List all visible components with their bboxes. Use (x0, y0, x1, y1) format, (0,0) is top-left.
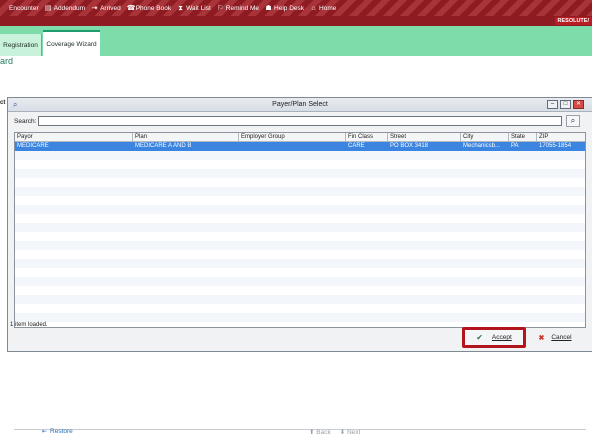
encounter-icon (0, 5, 7, 12)
back-button[interactable]: ⬆ Back (309, 428, 331, 436)
empty-row (15, 223, 585, 232)
secondary-bar (0, 16, 592, 26)
empty-row (15, 205, 585, 214)
toolbar-help-desk[interactable]: ☗ Help Desk (265, 5, 304, 12)
toolbar-addendum[interactable]: ▤ Addendum (45, 5, 85, 12)
column-header-fin-class[interactable]: Fin Class (346, 133, 388, 142)
toolbar-wait-list-label: Wait List (186, 4, 211, 12)
checkmark-icon: ✔ (476, 333, 483, 342)
tab-coverage-wizard[interactable]: Coverage Wizard (43, 30, 100, 56)
next-label: Next (346, 429, 361, 436)
help-desk-icon: ☗ (265, 4, 272, 12)
dialog-title: Payer/Plan Select (272, 101, 328, 108)
arrow-down-icon: ⬇ (339, 429, 347, 436)
toolbar-remind-me[interactable]: ⚐ Remind Me (217, 5, 259, 12)
toolbar-arrived-label: Arrived (100, 4, 121, 12)
search-icon: ⌕ (570, 116, 576, 125)
tab-registration[interactable]: Registration (0, 34, 42, 56)
column-header-state[interactable]: State (509, 133, 537, 142)
accept-label: Accept (491, 334, 512, 341)
empty-row (15, 277, 585, 286)
close-icon: ✖ (538, 334, 545, 342)
cell-zip: 17055-1854 (539, 143, 572, 149)
page-title: ard (0, 56, 14, 66)
column-header-plan[interactable]: Plan (133, 133, 239, 142)
arrived-icon: ⇥ (91, 4, 98, 12)
empty-row (15, 178, 585, 187)
wait-list-icon: ⧗ (178, 4, 184, 12)
empty-row (15, 268, 585, 277)
restore-link[interactable]: ⇤ Restore (42, 428, 73, 435)
toolbar-addendum-label: Addendum (53, 4, 86, 12)
empty-row (15, 250, 585, 259)
cell-state: PA (511, 143, 519, 149)
empty-row (15, 241, 585, 250)
home-icon: ⌂ (311, 4, 316, 12)
search-button[interactable]: ⌕ (566, 115, 580, 127)
restore-icon: ⇤ (42, 429, 48, 435)
table-row[interactable]: MEDICARE MEDICARE A AND B CARE PO BOX 34… (15, 142, 585, 151)
column-header-street[interactable]: Street (388, 133, 461, 142)
empty-row (15, 160, 585, 169)
remind-me-icon: ⚐ (217, 4, 224, 12)
left-stub-text: ct (0, 100, 6, 106)
cancel-button[interactable]: ✖ Cancel (528, 330, 582, 345)
empty-row (15, 232, 585, 241)
activity-tabs: Registration Coverage Wizard (0, 26, 592, 56)
accept-button[interactable]: ✔ Accept (462, 327, 526, 348)
resolute-badge: RESOLUTE/ (554, 17, 592, 25)
toolbar-encounter[interactable]: Encounter (0, 5, 39, 12)
cancel-label: Cancel (551, 334, 572, 341)
toolbar-arrived[interactable]: ⇥ Arrived (91, 5, 121, 12)
toolbar-help-desk-label: Help Desk (274, 4, 305, 12)
cell-plan: MEDICARE A AND B (135, 143, 192, 149)
toolbar-phone-book-label: Phone Book (135, 4, 172, 12)
back-label: Back (316, 429, 331, 436)
cell-payor: MEDICARE (17, 143, 49, 149)
empty-row (15, 295, 585, 304)
column-header-payor[interactable]: Payor (15, 133, 133, 142)
empty-row (15, 214, 585, 223)
toolbar-wait-list[interactable]: ⧗ Wait List (177, 5, 211, 12)
empty-row (15, 313, 585, 322)
empty-row (15, 286, 585, 295)
search-label: Search: (14, 118, 37, 125)
empty-row (15, 259, 585, 268)
cell-street: PO BOX 3418 (390, 143, 429, 149)
dialog-titlebar[interactable]: ⌕ Payer/Plan Select – □ ✕ (8, 98, 592, 112)
empty-row (15, 187, 585, 196)
empty-row (15, 151, 585, 160)
empty-row (15, 169, 585, 178)
toolbar-encounter-label: Encounter (9, 4, 39, 12)
phone-book-icon: ☎ (126, 4, 136, 12)
empty-row (15, 304, 585, 313)
window-controls: – □ ✕ (547, 100, 584, 109)
payer-plan-grid: Payor Plan Employer Group Fin Class Stre… (14, 132, 586, 328)
toolbar-remind-me-label: Remind Me (225, 4, 260, 12)
column-header-zip[interactable]: ZIP (537, 133, 585, 142)
wizard-navigation: ⬆ Back ⬇ Next (309, 428, 360, 436)
minimize-button[interactable]: – (547, 100, 558, 109)
top-toolbar: Encounter ▤ Addendum ⇥ Arrived ☎ Phone Book… (0, 0, 592, 16)
toolbar-home[interactable]: ⌂ Home (310, 5, 336, 12)
cell-fin-class: CARE (348, 143, 365, 149)
cell-city: Mechanicsb... (463, 143, 501, 149)
status-text: 1 item loaded. (10, 322, 48, 328)
empty-row (15, 196, 585, 205)
divider (14, 429, 586, 430)
addendum-icon: ▤ (44, 4, 52, 12)
next-button[interactable]: ⬇ Next (340, 428, 361, 436)
search-input[interactable] (38, 116, 562, 126)
column-header-city[interactable]: City (461, 133, 509, 142)
restore-label: Restore (50, 428, 73, 435)
grid-header: Payor Plan Employer Group Fin Class Stre… (15, 133, 585, 142)
column-header-employer-group[interactable]: Employer Group (239, 133, 346, 142)
toolbar-phone-book[interactable]: ☎ Phone Book (127, 5, 171, 12)
close-button[interactable]: ✕ (573, 100, 584, 109)
payer-plan-dialog: ⌕ Payer/Plan Select – □ ✕ Search: ⌕ Payo… (7, 97, 592, 430)
cell-employer-group (239, 142, 346, 151)
maximize-button[interactable]: □ (560, 100, 571, 109)
toolbar-home-label: Home (319, 4, 337, 12)
